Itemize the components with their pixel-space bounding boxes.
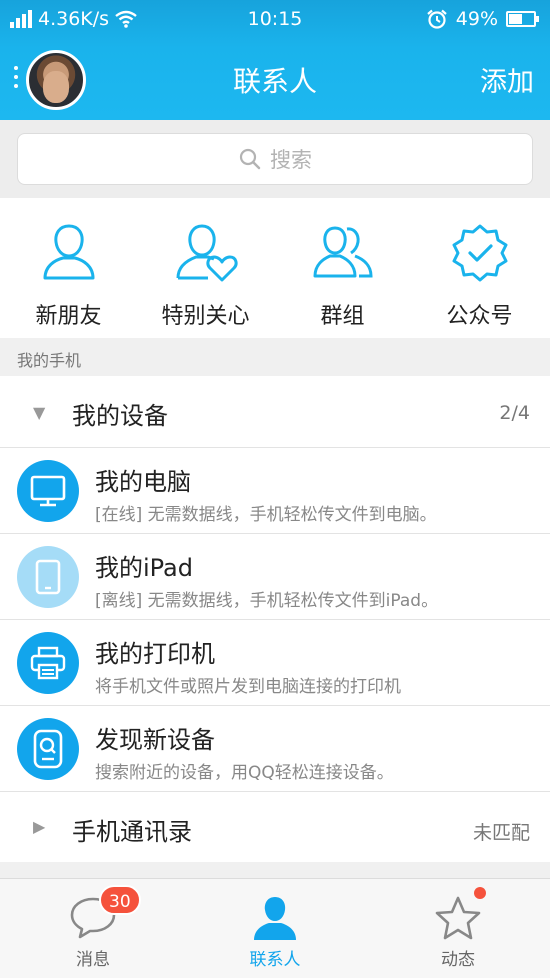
- group-title: 我的设备: [72, 402, 168, 430]
- tab-contacts[interactable]: 联系人: [215, 879, 335, 978]
- device-name: 发现新设备: [95, 726, 215, 754]
- alarm-icon: [427, 9, 447, 29]
- monitor-icon: [17, 460, 79, 522]
- device-name: 我的iPad: [95, 554, 194, 582]
- status-bar: 4.36K/s 10:15 49%: [0, 0, 550, 38]
- battery-icon: [506, 11, 539, 27]
- device-name: 我的电脑: [95, 468, 191, 496]
- triangle-down-icon: ▼: [33, 403, 46, 422]
- search-placeholder: 搜索: [270, 148, 312, 172]
- search-area: 搜索: [0, 120, 550, 198]
- contacts-icon: [254, 897, 296, 940]
- tab-label: 联系人: [249, 950, 301, 970]
- quick-action-label: 新朋友: [35, 304, 102, 329]
- add-button[interactable]: 添加: [480, 60, 534, 99]
- app-header: 4.36K/s 10:15 49% 联系人 添加: [0, 0, 550, 120]
- printer-icon: [17, 632, 79, 694]
- tab-label: 消息: [76, 950, 110, 970]
- special-care-button[interactable]: 特别关心: [137, 220, 274, 330]
- quick-actions: 新朋友 特别关心 群组 公众号: [0, 198, 550, 338]
- group-phone-contacts[interactable]: ▶ 手机通讯录 未匹配: [0, 792, 550, 864]
- device-desc: 搜索附近的设备，用QQ轻松连接设备。: [95, 763, 394, 783]
- star-icon: [435, 896, 481, 940]
- person-heart-icon: [176, 224, 238, 282]
- device-name: 我的打印机: [95, 640, 215, 668]
- battery-percent: 49%: [455, 8, 498, 30]
- section-header-my-phone: 我的手机: [0, 338, 550, 376]
- groups-button[interactable]: 群组: [274, 220, 411, 330]
- page-title: 联系人: [232, 65, 317, 98]
- device-my-ipad[interactable]: 我的iPad [离线] 无需数据线，手机轻松传文件到iPad。: [0, 534, 550, 620]
- official-accounts-button[interactable]: 公众号: [411, 220, 548, 330]
- verified-badge-icon: [452, 224, 507, 282]
- unread-badge: 30: [99, 885, 141, 915]
- quick-action-label: 群组: [320, 304, 365, 329]
- group-status: 未匹配: [472, 822, 530, 844]
- group-icon: [313, 226, 373, 278]
- device-discover-new[interactable]: 发现新设备 搜索附近的设备，用QQ轻松连接设备。: [0, 706, 550, 792]
- device-my-printer[interactable]: 我的打印机 将手机文件或照片发到电脑连接的打印机: [0, 620, 550, 706]
- search-input[interactable]: 搜索: [17, 133, 533, 185]
- section-header-partial: [0, 862, 550, 878]
- search-icon: [239, 148, 261, 170]
- quick-action-label: 特别关心: [161, 304, 250, 329]
- device-desc: 将手机文件或照片发到电脑连接的打印机: [95, 677, 401, 697]
- group-count: 2/4: [499, 402, 530, 424]
- new-friends-button[interactable]: 新朋友: [0, 220, 137, 330]
- device-desc: [离线] 无需数据线，手机轻松传文件到iPad。: [95, 591, 439, 611]
- quick-action-label: 公众号: [446, 304, 513, 329]
- device-my-computer[interactable]: 我的电脑 [在线] 无需数据线，手机轻松传文件到电脑。: [0, 448, 550, 534]
- new-activity-dot: [474, 887, 486, 899]
- device-desc: [在线] 无需数据线，手机轻松传文件到电脑。: [95, 505, 437, 525]
- triangle-right-icon: ▶: [33, 817, 46, 836]
- tab-label: 动态: [441, 950, 475, 970]
- tab-messages[interactable]: 30 消息: [33, 879, 153, 978]
- bottom-tab-bar: 30 消息 联系人 动态: [0, 878, 550, 978]
- group-my-devices[interactable]: ▼ 我的设备 2/4: [0, 376, 550, 448]
- tab-moments[interactable]: 动态: [398, 879, 518, 978]
- group-title: 手机通讯录: [72, 818, 192, 846]
- device-search-icon: [17, 718, 79, 780]
- tablet-icon: [17, 546, 79, 608]
- person-icon: [43, 224, 94, 280]
